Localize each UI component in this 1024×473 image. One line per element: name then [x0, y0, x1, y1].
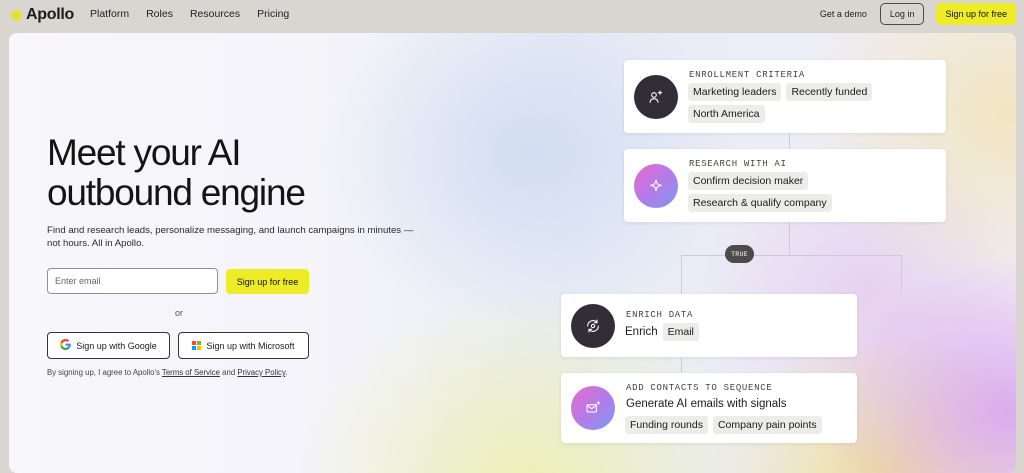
card-label: ENROLLMENT CRITERIA — [689, 70, 805, 80]
add-contacts-card[interactable]: ADD CONTACTS TO SEQUENCE Generate AI ema… — [561, 373, 857, 443]
tag: Confirm decision maker — [688, 172, 809, 190]
enrich-data-card[interactable]: ENRICH DATA Enrich Email — [561, 294, 857, 357]
contacts-text: Generate AI emails with signals — [626, 398, 787, 410]
logo-text: Apollo — [26, 6, 74, 23]
hero-headline: Meet your AI outbound engine — [47, 132, 306, 213]
microsoft-signup-button[interactable]: Sign up with Microsoft — [178, 332, 309, 359]
nav-link-roles[interactable]: Roles — [146, 8, 173, 20]
hero-section: Meet your AI outbound engine Find and re… — [9, 33, 1016, 473]
flow-connector — [681, 255, 901, 256]
hero-subtext: Find and research leads, personalize mes… — [47, 225, 414, 249]
google-icon — [60, 339, 71, 352]
tag: Company pain points — [712, 416, 822, 434]
terms-prefix: By signing up, I agree to Apollo's — [47, 368, 162, 377]
flow-connector — [789, 222, 790, 255]
top-nav: Apollo Platform Roles Resources Pricing … — [0, 0, 1024, 30]
tag: North America — [688, 105, 765, 123]
headline-line-2: outbound engine — [47, 172, 306, 213]
terms-of-service-link[interactable]: Terms of Service — [162, 368, 220, 377]
flow-connector — [681, 357, 682, 373]
true-branch-badge: TRUE — [725, 245, 754, 263]
flow-connector — [789, 132, 790, 149]
tag: Research & qualify company — [688, 194, 832, 212]
privacy-policy-link[interactable]: Privacy Policy — [237, 368, 285, 377]
terms-suffix: . — [285, 368, 288, 377]
nav-link-resources[interactable]: Resources — [190, 8, 240, 20]
signup-top-button[interactable]: Sign up for free — [936, 3, 1016, 25]
enrich-text: Enrich — [625, 326, 658, 338]
apollo-logo-icon — [9, 8, 22, 22]
login-button[interactable]: Log in — [879, 3, 925, 25]
terms-text: By signing up, I agree to Apollo's Terms… — [47, 368, 287, 377]
card-label: RESEARCH WITH AI — [689, 159, 787, 169]
tag-list: Marketing leaders Recently funded North … — [688, 83, 938, 123]
google-signup-button[interactable]: Sign up with Google — [47, 332, 170, 359]
apollo-logo[interactable]: Apollo — [9, 6, 74, 24]
flow-connector — [681, 255, 682, 294]
refresh-enrich-icon — [571, 304, 615, 348]
research-with-ai-card[interactable]: RESEARCH WITH AI Confirm decision maker … — [624, 149, 946, 222]
nav-links: Platform Roles Resources Pricing — [90, 8, 289, 20]
nav-link-pricing[interactable]: Pricing — [257, 8, 289, 20]
tag: Marketing leaders — [688, 83, 782, 101]
person-sparkle-icon — [634, 75, 678, 119]
terms-and: and — [219, 368, 238, 377]
signup-button[interactable]: Sign up for free — [226, 269, 309, 294]
microsoft-button-label: Sign up with Microsoft — [206, 340, 295, 351]
tag-list: Funding rounds Company pain points — [625, 416, 822, 434]
tag: Email — [662, 323, 699, 341]
sparkle-icon — [634, 164, 678, 208]
microsoft-icon — [192, 341, 202, 350]
tag-list: Enrich Email — [625, 323, 699, 341]
enrollment-criteria-card[interactable]: ENROLLMENT CRITERIA Marketing leaders Re… — [624, 60, 946, 133]
tag-list: Confirm decision maker Research & qualif… — [688, 172, 888, 212]
nav-actions: Get a demo Log in Sign up for free — [820, 3, 1016, 25]
tag: Funding rounds — [625, 416, 708, 434]
google-button-label: Sign up with Google — [76, 340, 157, 351]
card-label: ADD CONTACTS TO SEQUENCE — [626, 383, 773, 393]
card-label: ENRICH DATA — [626, 310, 694, 320]
tag: Recently funded — [786, 83, 873, 101]
mail-sparkle-icon — [571, 386, 615, 430]
get-demo-link[interactable]: Get a demo — [820, 9, 867, 19]
nav-link-platform[interactable]: Platform — [90, 8, 129, 20]
email-input[interactable] — [47, 268, 218, 294]
headline-line-1: Meet your AI — [47, 132, 242, 173]
flow-connector — [901, 255, 902, 291]
or-divider: or — [175, 308, 184, 318]
